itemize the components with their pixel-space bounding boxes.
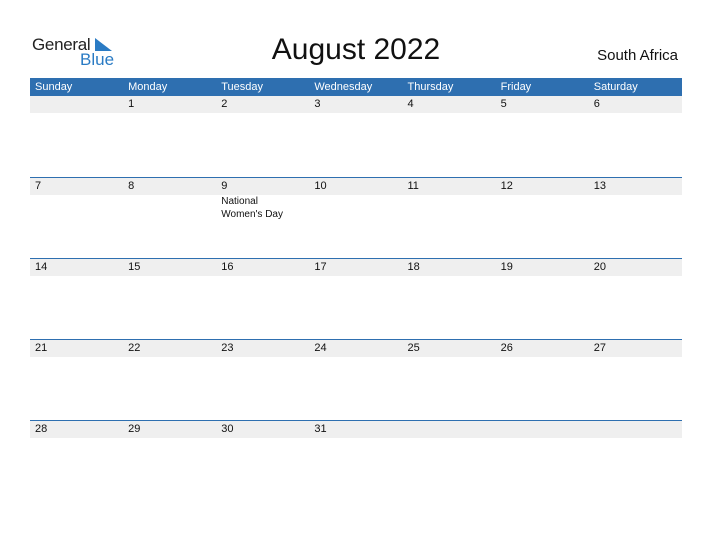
day-number: 9 [221, 180, 228, 192]
week-row: 14 15 16 17 18 19 20 [30, 258, 682, 339]
day-number: 10 [314, 180, 327, 192]
date-band: 21 22 23 24 25 26 27 [30, 339, 682, 357]
day-number: 1 [128, 98, 135, 110]
day-number: 22 [128, 342, 141, 354]
day-number [589, 421, 682, 438]
day-number: 26 [500, 342, 513, 354]
date-band: 14 15 16 17 18 19 20 [30, 258, 682, 276]
weekday-wednesday: Wednesday [314, 81, 373, 93]
day-number: 18 [407, 261, 420, 273]
weekday-thursday: Thursday [407, 81, 454, 93]
day-number: 7 [35, 180, 42, 192]
day-number: 15 [128, 261, 141, 273]
day-number [30, 96, 123, 113]
day-number: 8 [128, 180, 135, 192]
day-number: 24 [314, 342, 327, 354]
day-event [496, 195, 589, 221]
day-number: 5 [500, 98, 507, 110]
day-event [30, 195, 123, 221]
date-band: 1 2 3 4 5 6 [30, 96, 682, 113]
day-number: 19 [500, 261, 513, 273]
day-number: 2 [221, 98, 228, 110]
day-event [123, 195, 216, 221]
week-row: 28 29 30 31 [30, 420, 682, 501]
date-band: 7 8 9 10 11 12 13 [30, 177, 682, 195]
day-number: 14 [35, 261, 48, 273]
day-number: 28 [35, 423, 48, 435]
day-event [309, 195, 402, 221]
day-event [403, 195, 496, 221]
week-row: 1 2 3 4 5 6 [30, 96, 682, 177]
day-number: 16 [221, 261, 234, 273]
weekday-tuesday: Tuesday [221, 81, 264, 93]
weekday-friday: Friday [500, 81, 532, 93]
day-number [403, 421, 496, 438]
day-number: 6 [593, 98, 600, 110]
calendar-grid: Sunday Monday Tuesday Wednesday Thursday… [30, 78, 682, 501]
country-label: South Africa [597, 47, 678, 64]
weekday-monday: Monday [128, 81, 168, 93]
day-number: 11 [407, 180, 419, 192]
day-number: 3 [314, 98, 321, 110]
day-number: 12 [500, 180, 513, 192]
day-number: 4 [407, 98, 414, 110]
day-number: 31 [314, 423, 327, 435]
day-number: 25 [407, 342, 420, 354]
day-number: 30 [221, 423, 234, 435]
weekday-saturday: Saturday [593, 81, 638, 93]
day-event [589, 195, 682, 221]
week-row: 21 22 23 24 25 26 27 [30, 339, 682, 420]
day-number: 23 [221, 342, 234, 354]
events-row: National Women's Day [30, 195, 682, 221]
day-number: 29 [128, 423, 141, 435]
day-number: 13 [593, 180, 606, 192]
day-number: 21 [35, 342, 48, 354]
day-event: National Women's Day [221, 196, 283, 220]
day-number: 17 [314, 261, 327, 273]
day-number [496, 421, 589, 438]
weekday-sunday: Sunday [35, 81, 73, 93]
day-number: 27 [593, 342, 606, 354]
date-band: 28 29 30 31 [30, 420, 682, 438]
week-row: 7 8 9 10 11 12 13 National Women's Day [30, 177, 682, 258]
weekday-header: Sunday Monday Tuesday Wednesday Thursday… [30, 78, 682, 96]
day-number: 20 [593, 261, 606, 273]
